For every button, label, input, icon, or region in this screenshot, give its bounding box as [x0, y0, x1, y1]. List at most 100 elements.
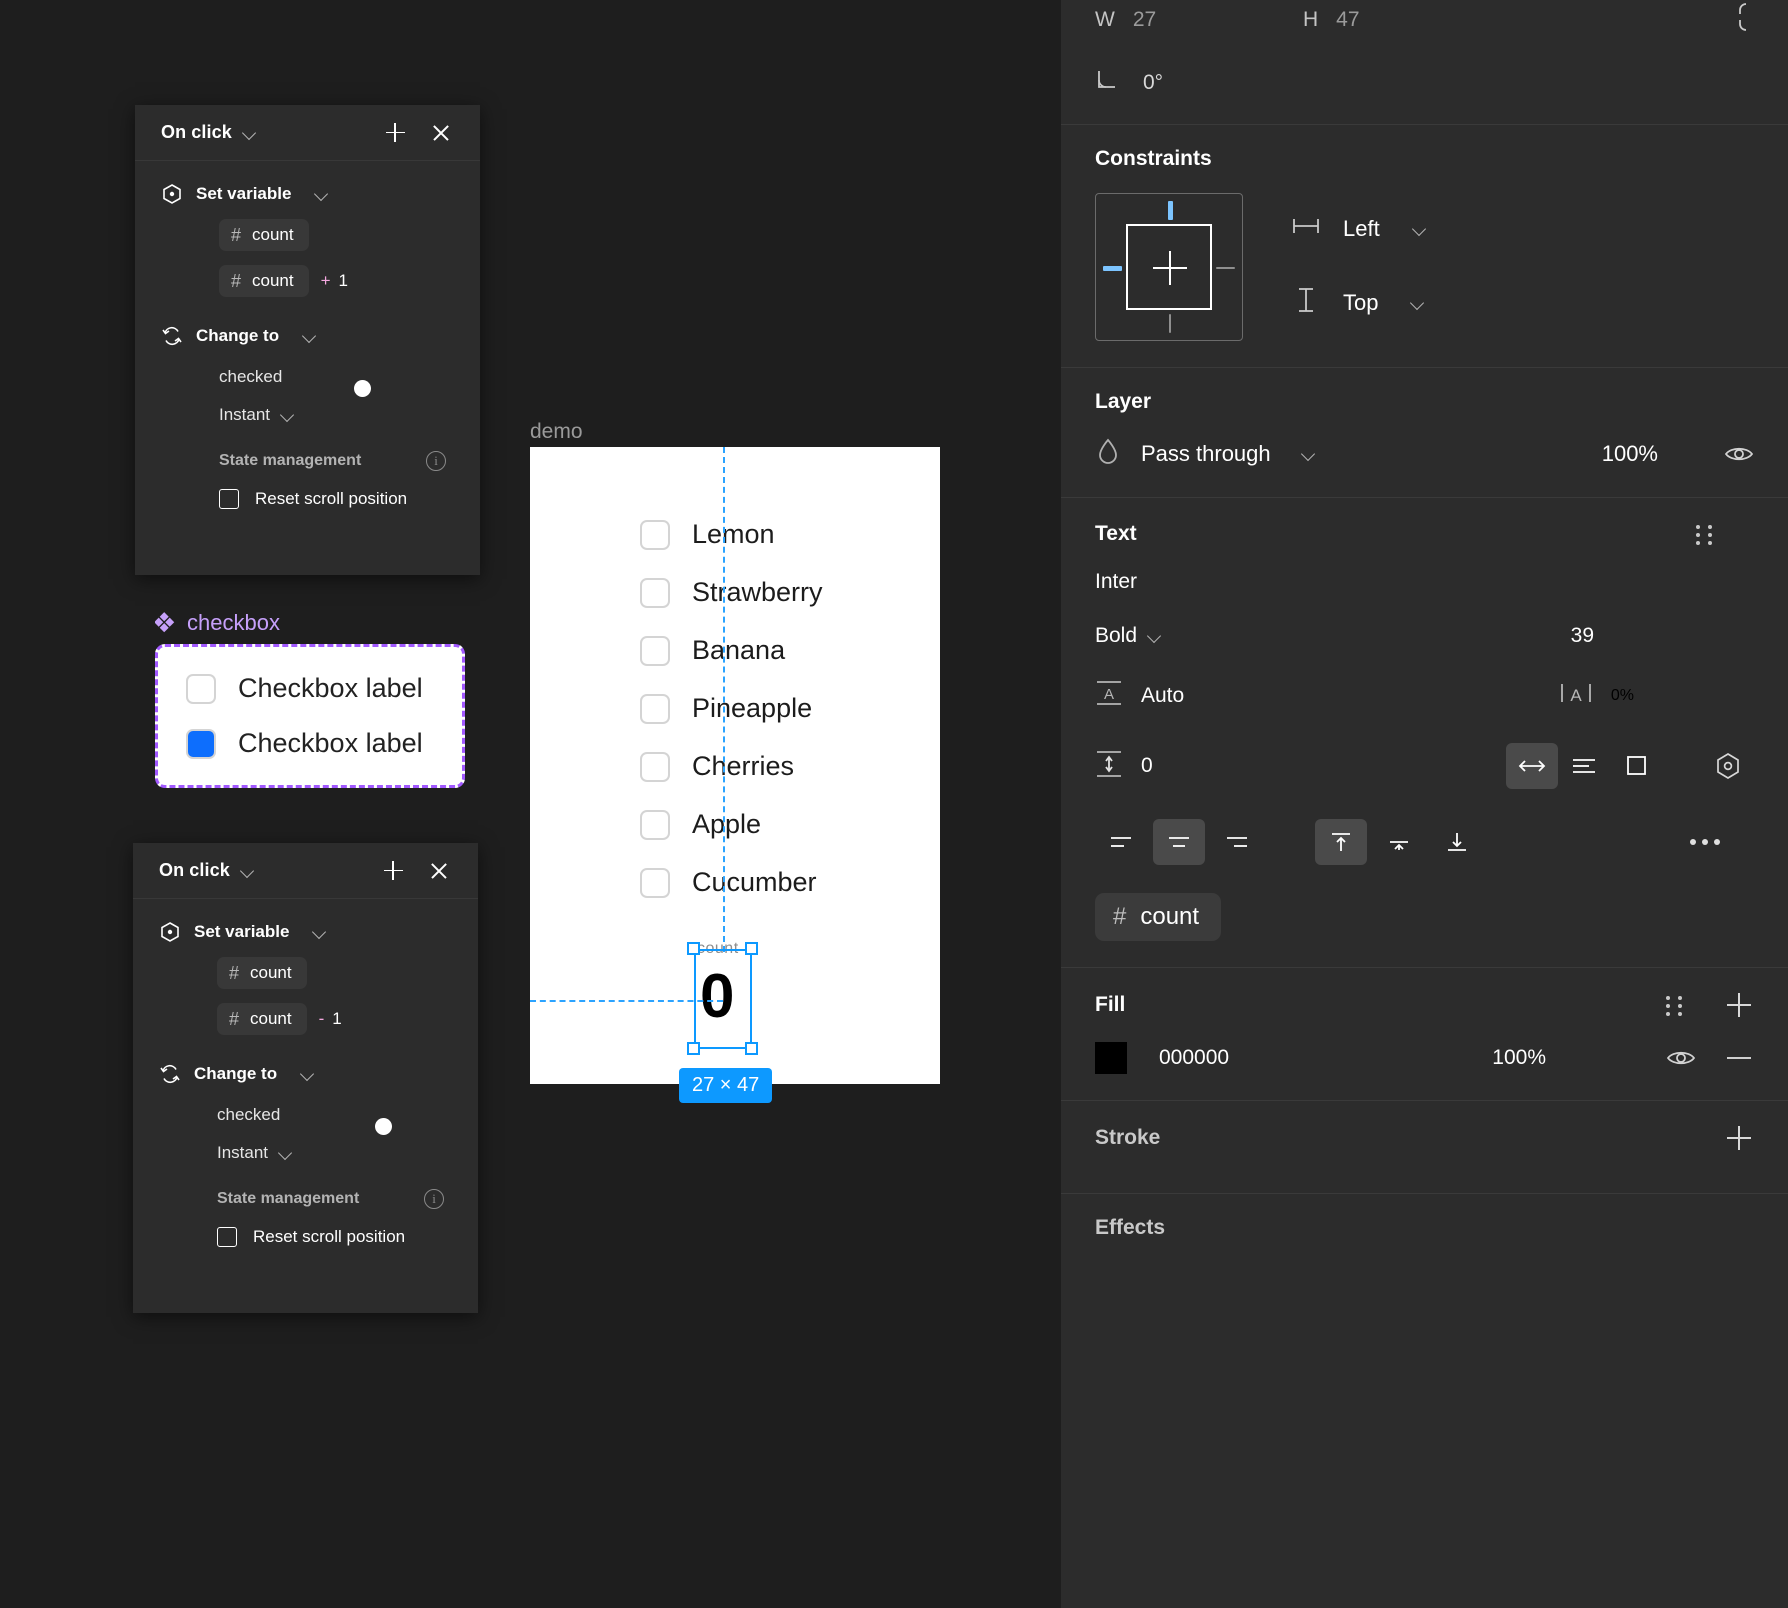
close-icon[interactable] [424, 116, 458, 150]
add-interaction-button[interactable] [376, 854, 410, 888]
chevron-down-icon[interactable] [240, 863, 256, 879]
info-icon[interactable]: i [424, 1189, 444, 1209]
info-icon[interactable]: i [426, 451, 446, 471]
chevron-down-icon[interactable] [302, 328, 318, 344]
add-fill-button[interactable] [1724, 990, 1754, 1020]
more-text-options-icon[interactable] [1690, 839, 1720, 845]
resize-auto-height-icon[interactable] [1558, 743, 1610, 789]
align-bottom-icon[interactable] [1431, 819, 1483, 865]
align-middle-icon[interactable] [1373, 819, 1425, 865]
selection-bounds[interactable] [694, 949, 752, 1049]
chevron-down-icon[interactable] [300, 1066, 316, 1082]
chevron-down-icon[interactable] [1147, 628, 1163, 644]
list-item[interactable]: Strawberry [640, 577, 823, 608]
close-icon[interactable] [422, 854, 456, 888]
chevron-down-icon[interactable] [242, 125, 258, 141]
text-styles-icon[interactable] [1692, 520, 1720, 548]
align-right-icon[interactable] [1211, 819, 1263, 865]
letter-spacing-field[interactable]: A 0% [1559, 678, 1634, 713]
chevron-down-icon[interactable] [1410, 295, 1426, 311]
height-field[interactable]: H 47 [1303, 8, 1503, 32]
variable-chip-expression[interactable]: # count [219, 265, 309, 297]
proportion-lock-icon[interactable] [1726, 0, 1754, 39]
text-variable-chip[interactable]: # count [1095, 893, 1222, 941]
text-alignment-row [1095, 819, 1754, 865]
list-item[interactable]: Cherries [640, 751, 823, 782]
resize-handle-top-right[interactable] [745, 942, 758, 955]
visibility-eye-icon[interactable] [1724, 439, 1754, 469]
list-item[interactable]: Lemon [640, 519, 823, 550]
add-interaction-button[interactable] [378, 116, 412, 150]
add-stroke-button[interactable] [1724, 1123, 1754, 1153]
font-weight-value[interactable]: Bold [1095, 624, 1137, 648]
list-item[interactable]: Apple [640, 809, 823, 840]
fill-hex-value[interactable]: 000000 [1159, 1046, 1229, 1070]
reset-scroll-row[interactable]: Reset scroll position [219, 489, 454, 509]
variable-chip-target[interactable]: # count [219, 219, 309, 251]
list-item[interactable]: Banana [640, 635, 823, 666]
resize-handle-top-left[interactable] [687, 942, 700, 955]
checkbox-unchecked-icon[interactable] [640, 867, 670, 898]
line-height-field[interactable]: A Auto [1095, 678, 1184, 713]
checkbox-checked-icon[interactable] [186, 728, 216, 759]
checkbox-row-checked[interactable]: Checkbox label [186, 728, 434, 759]
reset-scroll-checkbox[interactable] [219, 489, 239, 509]
remove-fill-button[interactable] [1724, 1043, 1754, 1073]
resize-handle-bottom-left[interactable] [687, 1042, 700, 1055]
frame-name-label[interactable]: demo [530, 420, 583, 444]
constraint-marker-right[interactable] [1216, 267, 1235, 269]
resize-auto-width-icon[interactable] [1506, 743, 1558, 789]
chevron-down-icon[interactable] [1301, 446, 1317, 462]
constraints-widget[interactable] [1095, 193, 1243, 341]
align-left-icon[interactable] [1095, 819, 1147, 865]
resize-fixed-icon[interactable] [1610, 743, 1662, 789]
easing-row[interactable]: Instant [219, 405, 454, 425]
variable-chip-expression[interactable]: # count [217, 1003, 307, 1035]
chevron-down-icon[interactable] [280, 407, 296, 423]
component-frame[interactable]: Checkbox label Checkbox label [155, 644, 465, 788]
font-size-value[interactable]: 39 [1571, 624, 1594, 648]
checkbox-row-unchecked[interactable]: Checkbox label [186, 673, 434, 704]
constraint-marker-bottom[interactable] [1169, 314, 1171, 333]
constraint-marker-left[interactable] [1103, 265, 1122, 271]
checkbox-unchecked-icon[interactable] [640, 751, 670, 782]
width-field[interactable]: W 27 [1095, 8, 1295, 32]
chevron-down-icon[interactable] [1412, 221, 1428, 237]
list-item[interactable]: Pineapple [640, 693, 823, 724]
blend-mode-value[interactable]: Pass through [1141, 441, 1271, 467]
fill-opacity-value[interactable]: 100% [1492, 1046, 1546, 1070]
fill-styles-icon[interactable] [1662, 991, 1690, 1019]
checkbox-unchecked-icon[interactable] [640, 809, 670, 840]
checkbox-unchecked-icon[interactable] [186, 673, 216, 704]
chevron-down-icon[interactable] [314, 186, 330, 202]
action-row-change-to[interactable]: Change to [159, 1063, 452, 1085]
constraint-marker-top[interactable] [1167, 201, 1173, 220]
vertical-constraint-row[interactable]: Top [1291, 286, 1428, 319]
rotation-row[interactable]: 0° [1095, 67, 1754, 98]
action-row-set-variable[interactable]: Set variable [159, 921, 452, 943]
checkbox-unchecked-icon[interactable] [640, 577, 670, 608]
chevron-down-icon[interactable] [312, 924, 328, 940]
checkbox-unchecked-icon[interactable] [640, 519, 670, 550]
easing-row[interactable]: Instant [217, 1143, 452, 1163]
resize-handle-bottom-right[interactable] [745, 1042, 758, 1055]
paragraph-spacing-field[interactable]: 0 [1095, 748, 1153, 785]
action-row-set-variable[interactable]: Set variable [161, 183, 454, 205]
text-settings-icon[interactable] [1702, 743, 1754, 789]
layer-opacity-value[interactable]: 100% [1602, 441, 1658, 467]
reset-scroll-checkbox[interactable] [217, 1227, 237, 1247]
list-item[interactable]: Cucumber [640, 867, 823, 898]
component-header[interactable]: checkbox [154, 610, 465, 636]
chevron-down-icon[interactable] [278, 1145, 294, 1161]
fill-visibility-eye-icon[interactable] [1666, 1043, 1696, 1073]
reset-scroll-row[interactable]: Reset scroll position [217, 1227, 452, 1247]
align-top-icon[interactable] [1315, 819, 1367, 865]
checkbox-unchecked-icon[interactable] [640, 635, 670, 666]
fill-color-swatch[interactable] [1095, 1042, 1127, 1074]
checkbox-unchecked-icon[interactable] [640, 693, 670, 724]
align-center-icon[interactable] [1153, 819, 1205, 865]
variable-chip-target[interactable]: # count [217, 957, 307, 989]
action-row-change-to[interactable]: Change to [161, 325, 454, 347]
font-family-value[interactable]: Inter [1095, 570, 1754, 594]
horizontal-constraint-row[interactable]: Left [1291, 215, 1428, 242]
